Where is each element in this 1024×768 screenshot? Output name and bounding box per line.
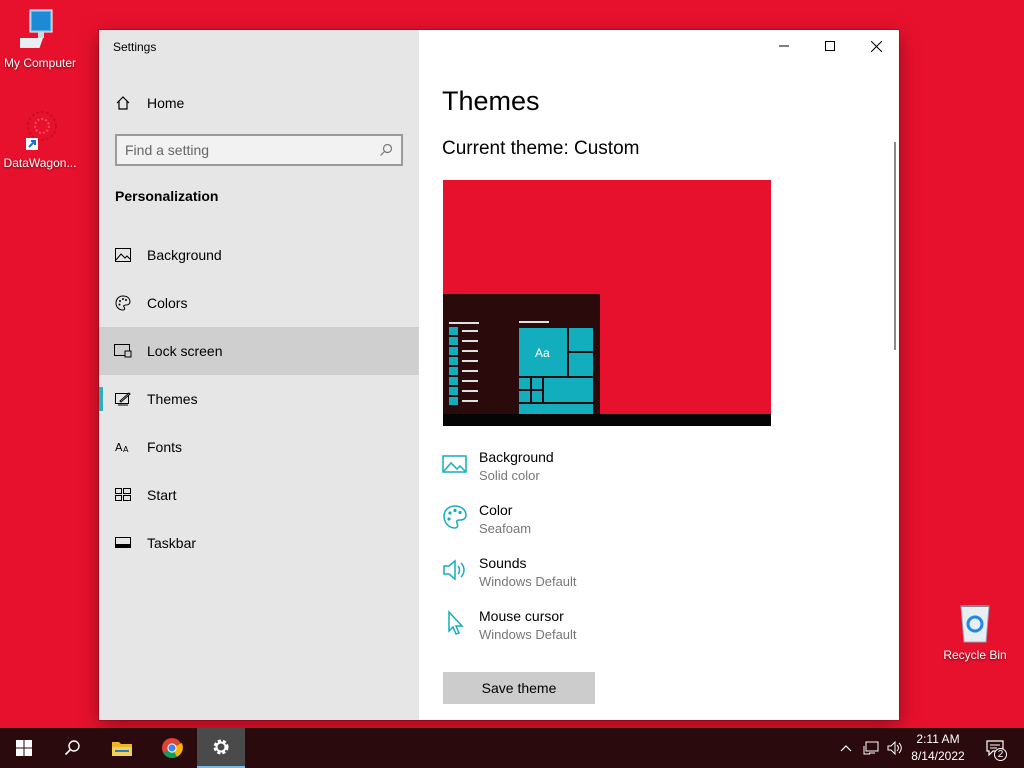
property-value: Solid color [479,468,540,483]
chevron-up-icon [840,745,852,752]
sidebar-item-label: Start [147,487,177,503]
taskbar: 2:11 AM 8/14/2022 2 [0,728,1024,768]
property-value: Windows Default [479,574,577,589]
chrome-icon [162,738,183,759]
taskbar-icon [99,537,147,549]
desktop-icon-recycle-bin[interactable]: Recycle Bin [935,600,1015,662]
notification-count-badge: 2 [994,748,1007,761]
sidebar-item-lock-screen[interactable]: Lock screen [99,327,419,375]
sidebar-item-taskbar[interactable]: Taskbar [99,519,419,567]
current-theme-value: Custom [574,138,640,159]
network-icon [863,741,879,755]
settings-taskbar-button[interactable] [197,728,245,768]
window-title: Settings [113,40,157,54]
home-icon [99,95,147,111]
property-title: Color [479,502,513,518]
current-theme-label: Current theme: [442,138,569,159]
datawagon-icon [26,111,57,150]
cursor-icon [448,610,464,635]
theme-property-color[interactable]: Color Seafoam [442,502,762,546]
search-button[interactable] [48,728,96,768]
sidebar-item-label: Taskbar [147,535,197,551]
lock-screen-icon [99,344,147,358]
sidebar-item-label: Themes [147,391,198,407]
theme-property-sounds[interactable]: Sounds Windows Default [442,555,762,599]
speaker-icon [887,741,902,755]
sidebar-item-label: Lock screen [147,343,223,359]
sidebar-item-label: Fonts [147,439,183,455]
sidebar-item-colors[interactable]: Colors [99,279,419,327]
action-center-button[interactable]: 2 [978,728,1012,768]
sidebar-item-background[interactable]: Background [99,231,419,279]
theme-property-background[interactable]: Background Solid color [442,449,762,493]
scrollbar[interactable] [894,142,896,350]
fonts-icon: AA [99,440,147,454]
clock-date: 8/14/2022 [911,749,965,763]
desktop-icon-my-computer[interactable]: My Computer [0,8,80,70]
property-value: Seafoam [479,521,532,536]
nav-home-label: Home [147,95,185,111]
search-icon [380,143,393,156]
sidebar-item-themes[interactable]: Themes [99,375,419,423]
svg-text:A: A [115,441,123,454]
selection-indicator [99,387,103,411]
sidebar-item-start[interactable]: Start [99,471,419,519]
picture-icon [99,248,147,262]
network-button[interactable] [858,728,884,768]
file-explorer-button[interactable] [98,728,146,768]
close-button[interactable] [853,30,899,62]
page-title: Themes [442,86,540,116]
recycle-bin-icon [960,605,990,643]
settings-window: Settings Home Find a setting Personaliza… [99,30,899,720]
current-theme-heading: Current theme: Custom [442,138,639,160]
property-title: Background [479,449,554,465]
nav-home[interactable]: Home [99,79,419,127]
search-icon [64,740,80,756]
desktop-icon-label: DataWagon... [3,156,77,170]
section-heading: Personalization [115,188,219,204]
speaker-icon [443,559,465,581]
palette-icon [99,295,147,311]
maximize-icon [825,41,835,51]
close-icon [870,40,882,52]
property-value: Windows Default [479,627,577,642]
start-button[interactable] [0,728,48,768]
property-title: Mouse cursor [479,608,564,624]
start-icon [99,488,147,502]
minimize-icon [779,45,789,47]
palette-icon [443,505,467,529]
brush-icon [99,391,147,407]
picture-icon [442,455,467,473]
windows-logo-icon [16,740,32,756]
chrome-button[interactable] [148,728,196,768]
computer-icon [20,9,53,48]
maximize-button[interactable] [807,30,853,62]
minimize-button[interactable] [761,30,807,62]
desktop-icon-label: My Computer [3,56,77,70]
theme-preview-graphic [443,180,771,426]
search-placeholder: Find a setting [125,142,210,158]
save-theme-button[interactable]: Save theme [443,672,595,704]
folder-icon [112,742,132,756]
gear-icon [213,739,229,755]
theme-property-mouse-cursor[interactable]: Mouse cursor Windows Default [442,608,762,652]
sidebar-item-fonts[interactable]: AA Fonts [99,423,419,471]
clock-time: 2:11 AM [916,732,960,746]
property-title: Sounds [479,555,527,571]
desktop-icon-label: Recycle Bin [943,648,1007,662]
clock[interactable]: 2:11 AM 8/14/2022 [902,731,974,765]
svg-text:A: A [123,445,129,454]
preview-tile-text: Aa [535,346,550,360]
show-hidden-icons-button[interactable] [834,728,858,768]
sidebar: Settings Home Find a setting Personaliza… [99,30,419,720]
sidebar-item-label: Colors [147,295,188,311]
desktop-icon-datawagon[interactable]: DataWagon... [0,108,80,170]
sidebar-item-label: Background [147,247,222,263]
search-input[interactable]: Find a setting [115,134,403,166]
theme-preview: Aa [443,180,771,426]
